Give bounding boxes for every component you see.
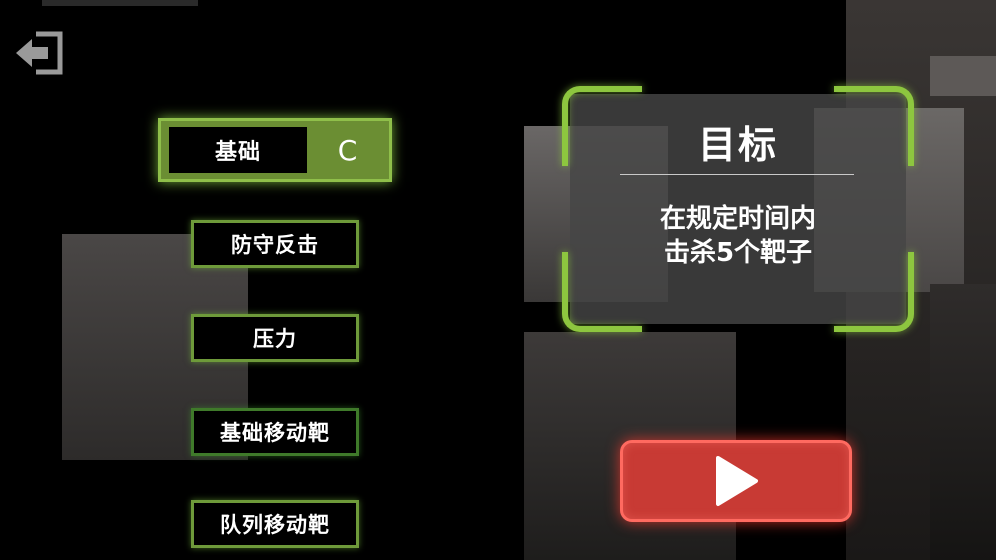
objective-line-2: 击杀5个靶子 [663, 238, 813, 268]
background-shape [930, 56, 996, 96]
mode-label: 基础 [169, 127, 307, 173]
mode-button-basic[interactable]: 基础 C [158, 118, 392, 182]
play-triangle-icon [716, 456, 758, 506]
mode-button-defense-counter[interactable]: 防守反击 [191, 220, 359, 268]
mode-button-queue-moving-target[interactable]: 队列移动靶 [191, 500, 359, 548]
mode-button-pressure[interactable]: 压力 [191, 314, 359, 362]
mode-grade: C [337, 133, 359, 167]
divider [620, 174, 854, 175]
mode-button-basic-moving-target[interactable]: 基础移动靶 [191, 408, 359, 456]
play-button[interactable] [620, 440, 852, 522]
objective-description: 在规定时间内 击杀5个靶子 [570, 202, 906, 270]
objective-panel: 目标 在规定时间内 击杀5个靶子 [562, 86, 914, 332]
objective-title: 目标 [697, 123, 778, 167]
objective-line-1: 在规定时间内 [659, 204, 816, 234]
background-shape [42, 0, 198, 6]
background-shape [930, 284, 996, 560]
back-button[interactable] [14, 30, 64, 76]
exit-door-icon [16, 31, 63, 75]
